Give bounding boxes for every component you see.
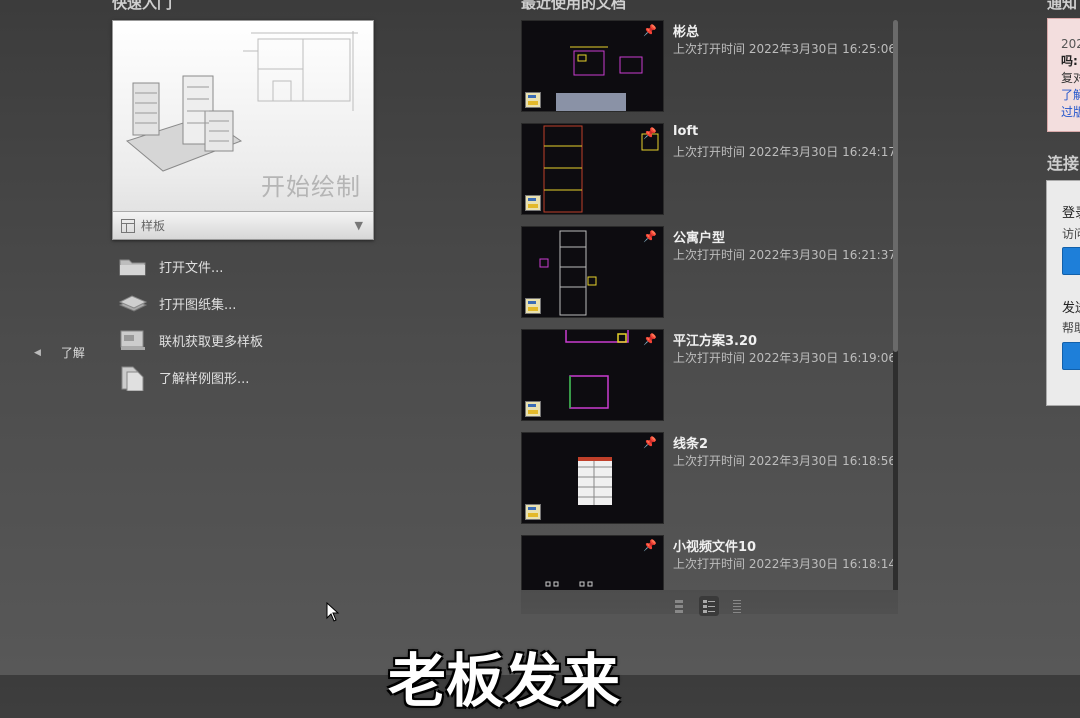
quick-start-heading: 快速入门 bbox=[112, 0, 173, 12]
pin-icon[interactable]: 📌 bbox=[643, 24, 657, 37]
notify-link[interactable]: 了解 bbox=[1048, 87, 1080, 104]
notify-line: 复对 bbox=[1061, 71, 1080, 85]
sample-drawings-action[interactable]: 了解样例图形... bbox=[118, 364, 250, 392]
start-drawing-card[interactable]: 开始绘制 样板 ▼ bbox=[112, 20, 374, 240]
doc-time: 上次打开时间 2022年3月30日 16:18:14 bbox=[673, 557, 896, 571]
login-desc: 访问 bbox=[1062, 227, 1080, 241]
recent-doc-item[interactable]: 📌 彬总 上次打开时间 2022年3月30日 16:25:06 bbox=[521, 20, 896, 112]
dwg-file-icon bbox=[525, 298, 541, 314]
start-drawing-title: 开始绘制 bbox=[261, 173, 361, 201]
connect-heading: 连接 bbox=[1047, 154, 1080, 173]
open-file-action[interactable]: 打开文件... bbox=[118, 253, 223, 279]
dwg-file-icon bbox=[525, 401, 541, 417]
connect-card: 登录 访问 发送 帮助 bbox=[1046, 180, 1080, 406]
template-dropdown[interactable]: 样板 ▼ bbox=[113, 211, 373, 239]
recent-doc-item[interactable]: 📌 公寓户型 上次打开时间 2022年3月30日 16:21:37 bbox=[521, 226, 896, 318]
send-desc: 帮助 bbox=[1062, 321, 1080, 335]
template-icon bbox=[121, 218, 135, 233]
sheet-set-icon bbox=[118, 291, 148, 315]
open-folder-icon bbox=[118, 254, 148, 278]
learn-tab-label: 了解 bbox=[60, 346, 85, 360]
login-title: 登录 bbox=[1062, 206, 1080, 221]
doc-time: 上次打开时间 2022年3月30日 16:21:37 bbox=[673, 248, 896, 262]
recent-docs-list[interactable]: 📌 彬总 上次打开时间 2022年3月30日 16:25:06 📌 loft 上… bbox=[521, 20, 898, 592]
doc-name: 平江方案3.20 bbox=[673, 334, 758, 349]
pin-icon[interactable]: 📌 bbox=[643, 436, 657, 449]
left-arrow-icon: ◀ bbox=[34, 347, 41, 358]
online-templates-action[interactable]: 联机获取更多样板 bbox=[118, 327, 263, 353]
open-file-label: 打开文件... bbox=[159, 260, 224, 276]
doc-name: loft bbox=[673, 124, 699, 139]
recent-doc-item[interactable]: 📌 线条2 上次打开时间 2022年3月30日 16:18:56 bbox=[521, 432, 896, 524]
online-templates-icon bbox=[118, 328, 148, 352]
recent-docs-scrollbar[interactable] bbox=[893, 20, 898, 592]
thumbnail-text-view-icon[interactable] bbox=[699, 596, 719, 616]
open-sheet-set-action[interactable]: 打开图纸集... bbox=[118, 290, 236, 316]
list-view-icon[interactable] bbox=[727, 596, 747, 616]
sample-drawings-icon bbox=[118, 365, 148, 392]
recent-doc-item[interactable]: 📌 平江方案3.20 上次打开时间 2022年3月30日 16:19:06 bbox=[521, 329, 896, 421]
dwg-file-icon bbox=[525, 92, 541, 108]
pin-icon[interactable]: 📌 bbox=[643, 127, 657, 140]
scrollbar-thumb[interactable] bbox=[893, 20, 898, 352]
send-feedback-button[interactable] bbox=[1062, 342, 1080, 370]
doc-name: 公寓户型 bbox=[673, 231, 726, 246]
template-label: 样板 bbox=[141, 219, 166, 233]
dwg-file-icon bbox=[525, 504, 541, 520]
doc-time: 上次打开时间 2022年3月30日 16:19:06 bbox=[673, 351, 896, 365]
doc-name: 小视频文件10 bbox=[673, 540, 757, 555]
online-templates-label: 联机获取更多样板 bbox=[159, 334, 264, 350]
send-title: 发送 bbox=[1062, 301, 1080, 316]
notifications-heading: 通知 bbox=[1047, 0, 1078, 12]
login-button[interactable] bbox=[1062, 247, 1080, 275]
recent-doc-item[interactable]: 📌 小视频文件10 上次打开时间 2022年3月30日 16:18:14 bbox=[521, 535, 896, 592]
doc-time: 上次打开时间 2022年3月30日 16:18:56 bbox=[673, 454, 896, 468]
dropdown-arrow-icon: ▼ bbox=[354, 219, 363, 232]
pin-icon[interactable]: 📌 bbox=[643, 230, 657, 243]
sample-drawings-label: 了解样例图形... bbox=[159, 371, 250, 387]
doc-time: 上次打开时间 2022年3月30日 16:24:17 bbox=[673, 145, 896, 159]
notification-card[interactable]: 202 吗: 复对 了解 过版 bbox=[1047, 18, 1080, 132]
pin-icon[interactable]: 📌 bbox=[643, 539, 657, 552]
mouse-cursor-icon bbox=[326, 602, 340, 622]
doc-name: 彬总 bbox=[673, 25, 700, 40]
notify-link[interactable]: 过版 bbox=[1048, 104, 1080, 121]
recent-docs-heading: 最近使用的文档 bbox=[521, 0, 627, 12]
recent-doc-item[interactable]: 📌 loft 上次打开时间 2022年3月30日 16:24:17 bbox=[521, 123, 896, 215]
large-thumbnail-view-icon[interactable] bbox=[669, 596, 689, 616]
dwg-file-icon bbox=[525, 195, 541, 211]
open-sheet-set-label: 打开图纸集... bbox=[159, 297, 237, 313]
doc-time: 上次打开时间 2022年3月30日 16:25:06 bbox=[673, 42, 896, 56]
notify-line: 202 bbox=[1061, 37, 1080, 51]
pin-icon[interactable]: 📌 bbox=[643, 333, 657, 346]
notify-line: 吗: bbox=[1061, 54, 1078, 68]
doc-name: 线条2 bbox=[673, 437, 709, 452]
video-subtitle: 老板发来 bbox=[388, 647, 621, 715]
learn-tab[interactable]: ◀ 了解 bbox=[34, 344, 85, 361]
